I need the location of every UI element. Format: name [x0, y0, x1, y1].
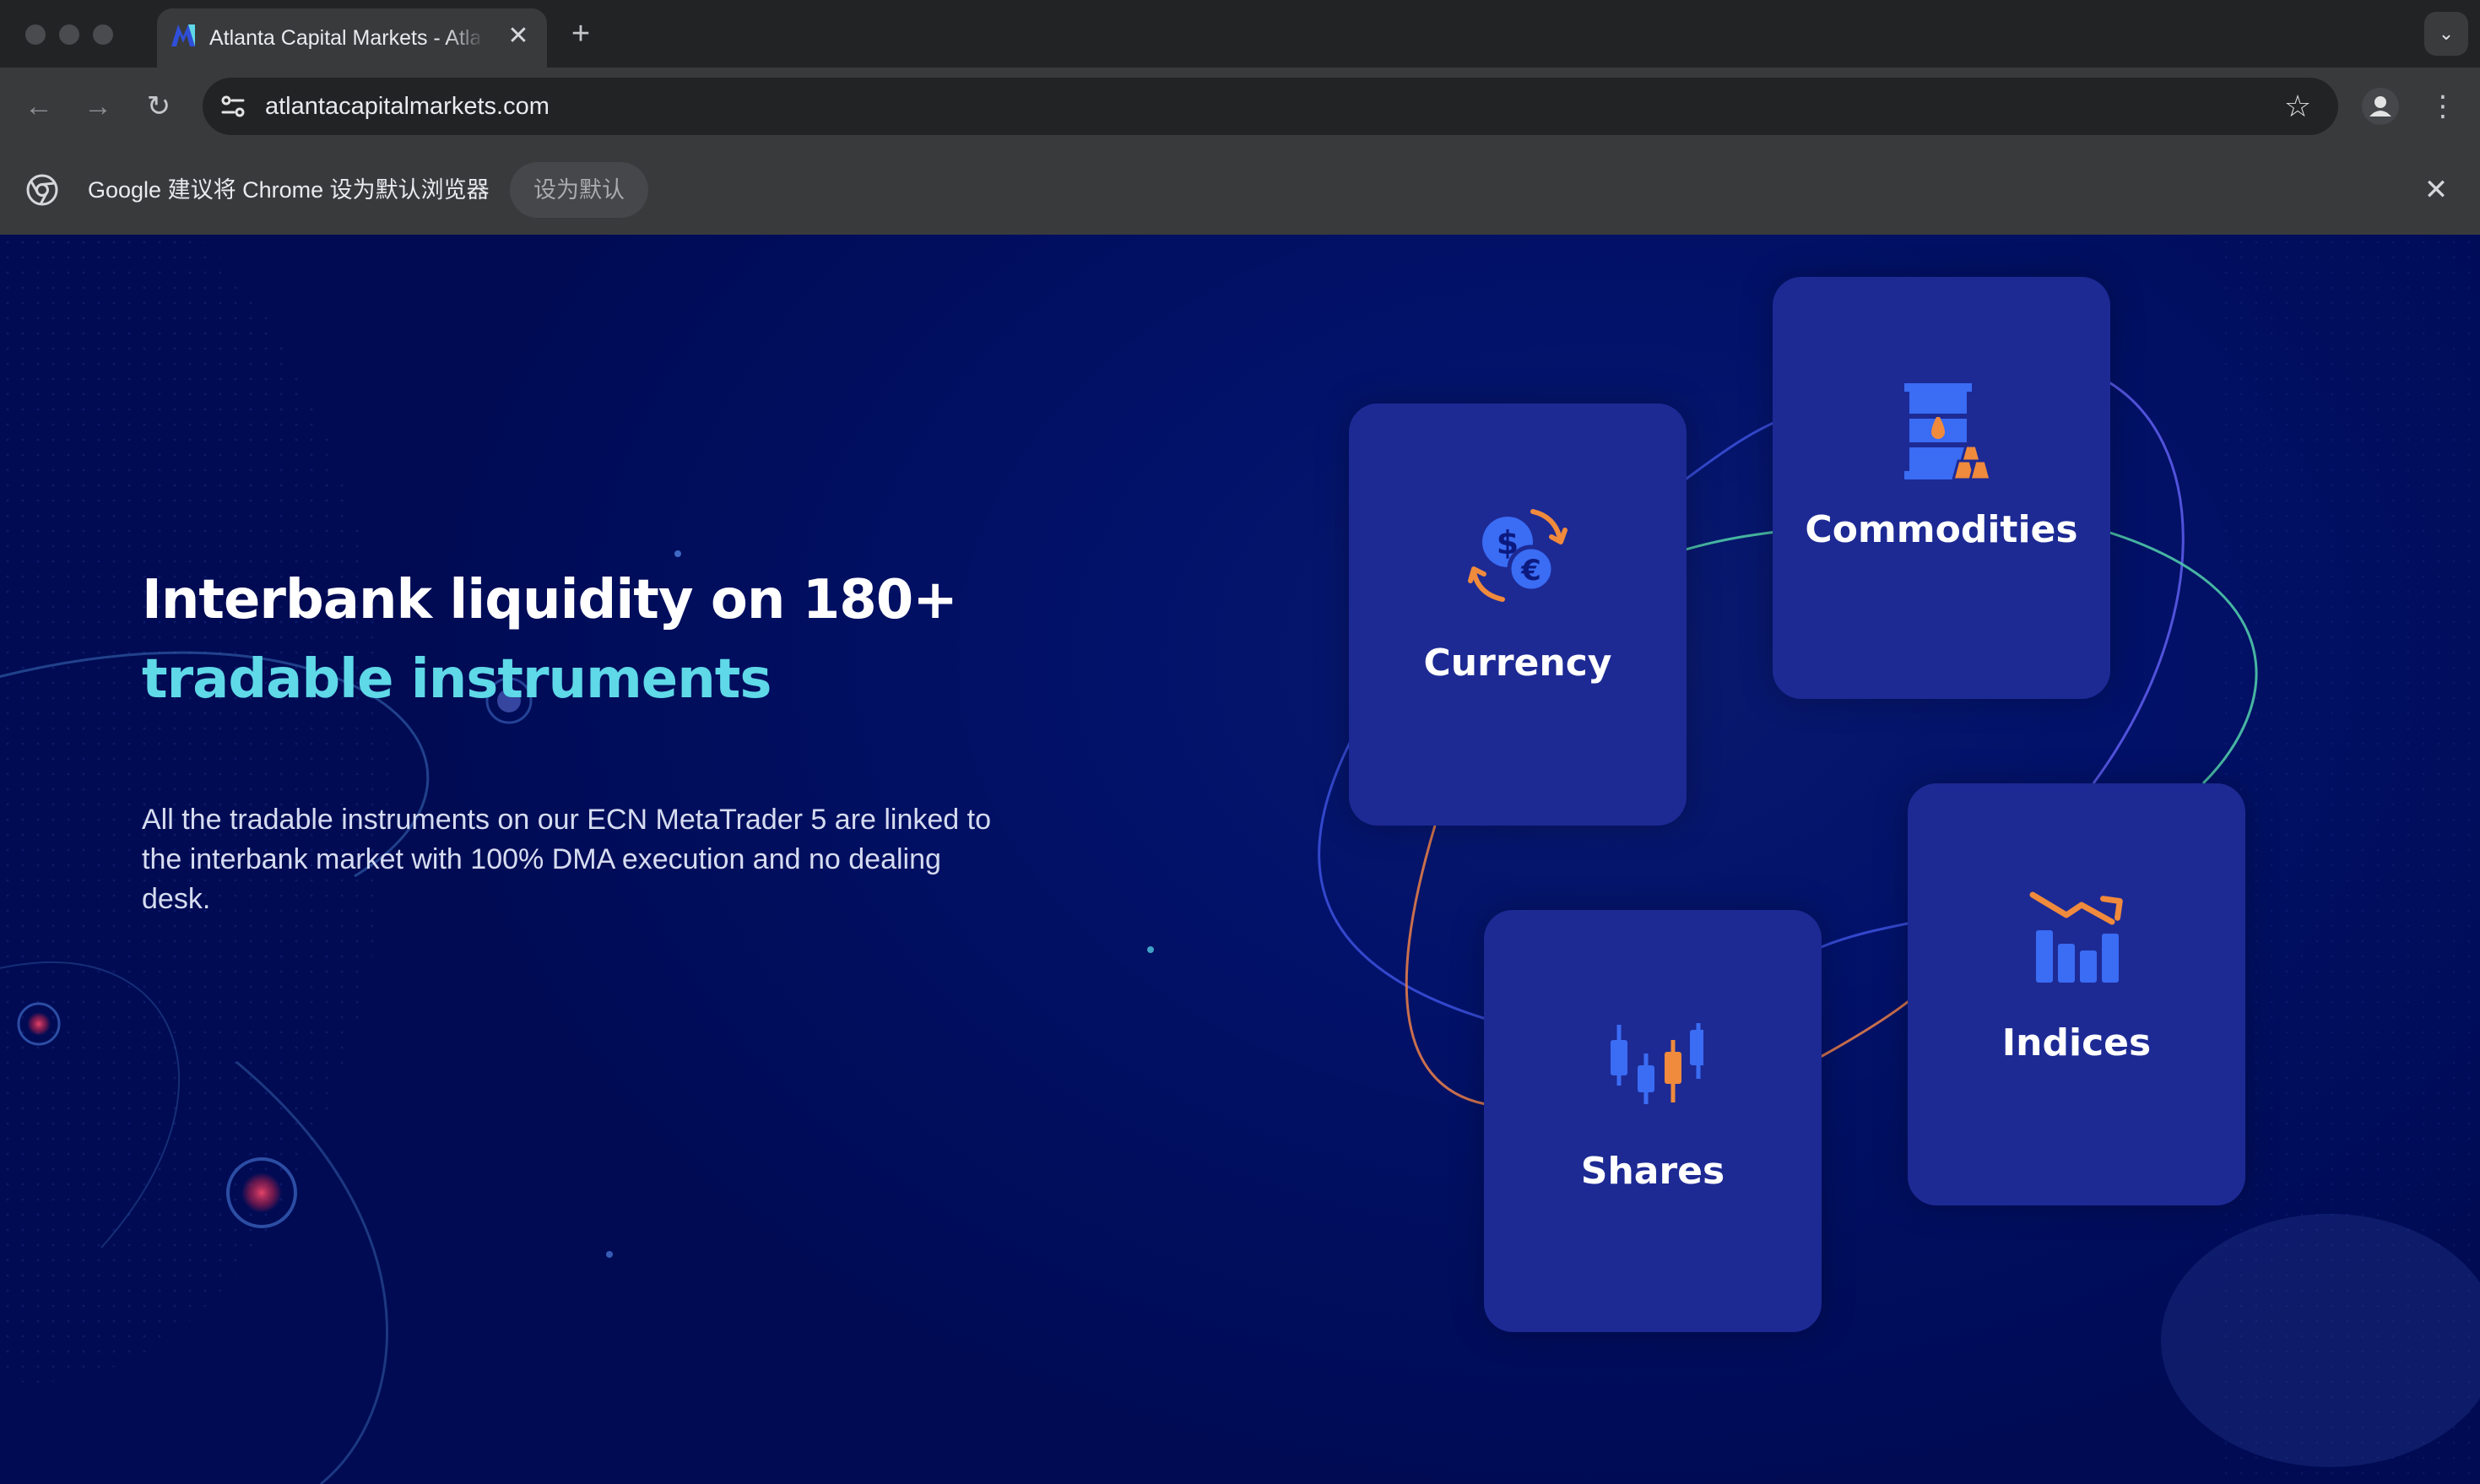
instrument-label-shares: Shares: [1580, 1150, 1725, 1193]
instrument-card-shares[interactable]: Shares: [1484, 910, 1822, 1332]
instrument-card-indices[interactable]: Indices: [1908, 783, 2245, 1205]
instrument-card-commodities[interactable]: Commodities: [1773, 277, 2110, 699]
hero-heading-line1: Interbank liquidity on 180+: [142, 569, 958, 631]
hero-description: All the tradable instruments on our ECN …: [142, 804, 992, 915]
browser-tab-active[interactable]: Atlanta Capital Markets - Atla ✕: [157, 8, 547, 68]
default-browser-infobar: Google 建议将 Chrome 设为默认浏览器 设为默认 ✕: [0, 145, 2480, 235]
infobar-message: Google 建议将 Chrome 设为默认浏览器: [88, 177, 490, 203]
instrument-card-currency[interactable]: $ € Currency: [1349, 403, 1687, 826]
instrument-label-commodities: Commodities: [1805, 508, 2078, 551]
chrome-logo-icon: [26, 174, 58, 206]
svg-text:€: €: [1520, 554, 1541, 588]
address-url[interactable]: atlantacapitalmarkets.com: [265, 89, 550, 123]
browser-toolbar: ← → ↻ atlantacapitalmarkets.com ☆ ⋮: [0, 68, 2480, 145]
tab-search-chevron-icon[interactable]: ⌄: [2424, 12, 2468, 56]
address-bar[interactable]: atlantacapitalmarkets.com ☆: [203, 78, 2338, 135]
site-favicon-icon: [171, 24, 195, 46]
hero-heading-line2: tradable instruments: [142, 648, 772, 711]
browser-menu-icon[interactable]: ⋮: [2426, 86, 2460, 127]
site-info-tune-icon[interactable]: [216, 89, 250, 123]
reload-icon[interactable]: ↻: [138, 86, 179, 127]
tab-title: Atlanta Capital Markets - Atla: [209, 26, 479, 50]
forward-arrow-icon[interactable]: →: [78, 86, 118, 127]
profile-avatar-icon[interactable]: [2362, 88, 2399, 125]
candlestick-icon: [1611, 1023, 1703, 1104]
oil-barrel-gold-icon: [1904, 383, 1992, 481]
currency-exchange-icon: $ €: [1468, 509, 1568, 602]
tab-close-icon[interactable]: ✕: [503, 21, 533, 51]
set-default-button[interactable]: 设为默认: [510, 162, 648, 218]
window-maximize-control[interactable]: [93, 24, 113, 45]
tab-title-fade: [444, 17, 486, 59]
hero-heading: Interbank liquidity on 180+ tradable ins…: [142, 561, 1155, 719]
instrument-label-indices: Indices: [2001, 1021, 2152, 1064]
back-arrow-icon[interactable]: ←: [19, 86, 59, 127]
web-page: Interbank liquidity on 180+ tradable ins…: [0, 235, 2480, 1484]
infobar-close-icon[interactable]: ✕: [2419, 173, 2453, 207]
bookmark-star-icon[interactable]: ☆: [2279, 88, 2316, 125]
new-tab-button[interactable]: +: [564, 17, 598, 51]
window-minimize-control[interactable]: [59, 24, 79, 45]
window-close-control[interactable]: [25, 24, 46, 45]
browser-tabstrip: Atlanta Capital Markets - Atla ✕ + ⌄: [0, 0, 2480, 68]
instrument-label-currency: Currency: [1423, 642, 1612, 685]
bar-chart-trend-icon: [2029, 891, 2123, 983]
